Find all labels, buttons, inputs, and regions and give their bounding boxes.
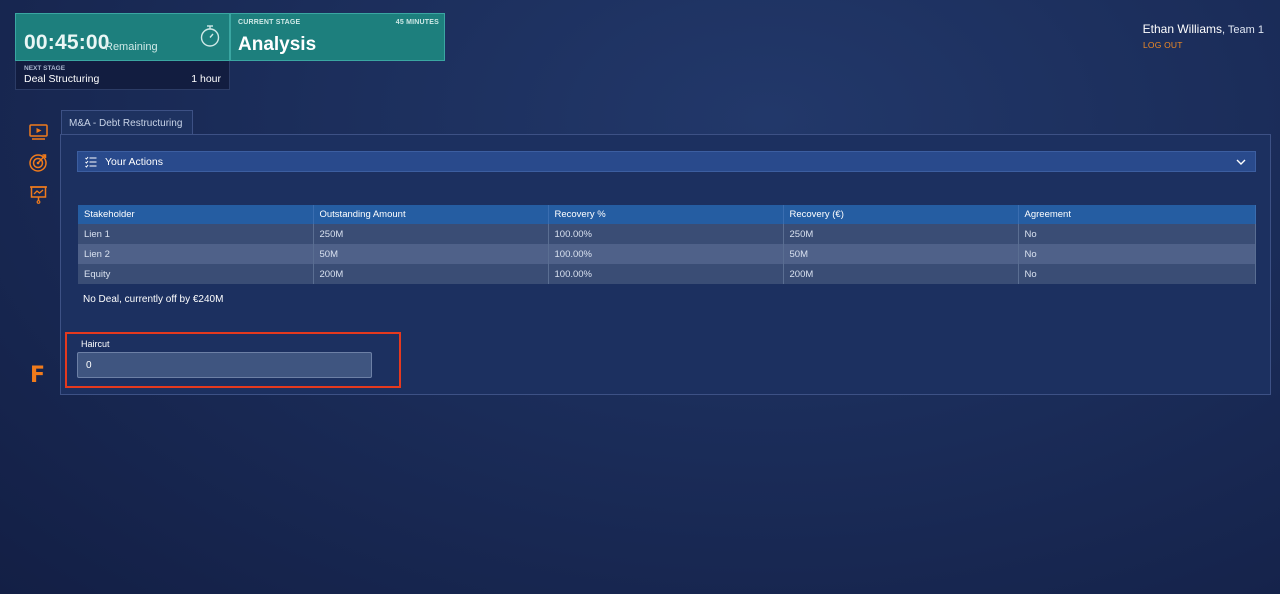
brand-logo: F xyxy=(30,363,46,388)
next-stage-duration: 1 hour xyxy=(191,73,221,85)
stopwatch-icon xyxy=(200,25,220,47)
next-stage-label: NEXT STAGE xyxy=(24,65,66,72)
checklist-icon xyxy=(85,156,97,168)
table-cell: No xyxy=(1018,264,1256,284)
haircut-input[interactable] xyxy=(77,352,372,378)
table-cell: 50M xyxy=(783,244,1019,264)
table-row: Equity 200M 100.00% 200M No xyxy=(78,264,1256,284)
deal-status-text: No Deal, currently off by €240M xyxy=(83,294,224,305)
chevron-down-icon[interactable] xyxy=(1236,157,1246,167)
table-header-row: Stakeholder Outstanding Amount Recovery … xyxy=(78,205,1256,224)
table-cell: 100.00% xyxy=(548,224,784,244)
user-team: , Team 1 xyxy=(1222,24,1264,36)
target-icon[interactable] xyxy=(28,152,49,173)
header-recovery-percent: Recovery % xyxy=(548,205,784,224)
timer-panel: 00:45:00 Remaining xyxy=(15,13,230,61)
stage-minutes: 45 MINUTES xyxy=(395,19,439,26)
your-actions-bar[interactable]: Your Actions xyxy=(77,151,1256,172)
logout-link[interactable]: LOG OUT xyxy=(1143,40,1183,50)
header-outstanding-amount: Outstanding Amount xyxy=(313,205,549,224)
timer-value: 00:45:00 xyxy=(24,31,110,54)
table-cell: 200M xyxy=(313,264,549,284)
user-name: Ethan Williams xyxy=(1142,22,1222,36)
user-info: Ethan Williams, Team 1 xyxy=(1143,22,1264,36)
table-cell: No xyxy=(1018,244,1256,264)
main-panel: Your Actions Stakeholder Outstanding Amo… xyxy=(60,134,1271,395)
your-actions-label: Your Actions xyxy=(105,156,163,168)
table-cell: Lien 1 xyxy=(78,224,314,244)
header-stakeholder: Stakeholder xyxy=(78,205,314,224)
current-stage-label: CURRENT STAGE xyxy=(238,19,301,26)
stakeholder-table: Stakeholder Outstanding Amount Recovery … xyxy=(78,205,1256,284)
table-cell: 250M xyxy=(313,224,549,244)
table-cell: 250M xyxy=(783,224,1019,244)
table-cell: 100.00% xyxy=(548,244,784,264)
table-row: Lien 2 50M 100.00% 50M No xyxy=(78,244,1256,264)
haircut-label: Haircut xyxy=(81,339,110,349)
header-recovery-eur: Recovery (€) xyxy=(783,205,1019,224)
timer-label: Remaining xyxy=(105,41,158,53)
current-stage-name: Analysis xyxy=(238,34,317,55)
next-stage-name: Deal Structuring xyxy=(24,73,100,85)
table-cell: 100.00% xyxy=(548,264,784,284)
table-row: Lien 1 250M 100.00% 250M No xyxy=(78,224,1256,244)
header-agreement: Agreement xyxy=(1018,205,1256,224)
current-stage-panel: CURRENT STAGE 45 MINUTES Analysis xyxy=(230,13,445,61)
table-cell: Lien 2 xyxy=(78,244,314,264)
table-cell: No xyxy=(1018,224,1256,244)
tab-debt-restructuring[interactable]: M&A - Debt Restructuring xyxy=(61,110,193,135)
video-icon[interactable] xyxy=(28,121,49,142)
table-cell: Equity xyxy=(78,264,314,284)
table-cell: 200M xyxy=(783,264,1019,284)
table-cell: 50M xyxy=(313,244,549,264)
presentation-icon[interactable] xyxy=(28,184,49,205)
next-stage-panel: NEXT STAGE Deal Structuring 1 hour xyxy=(15,61,230,90)
